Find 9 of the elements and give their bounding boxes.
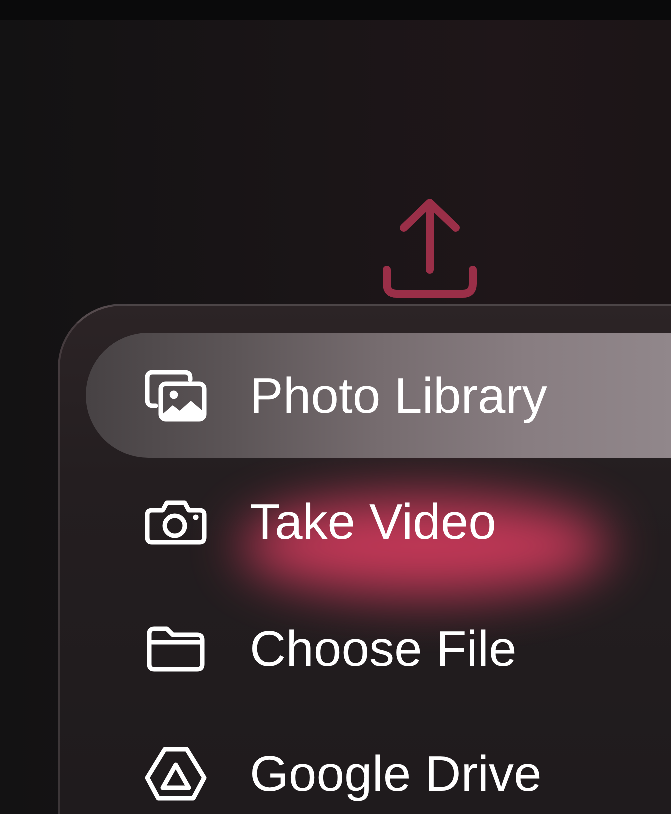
photos-icon xyxy=(145,370,207,422)
triangle-icon xyxy=(145,747,207,801)
upload-icon xyxy=(383,199,477,298)
menu-item[interactable]: Google Drive xyxy=(86,712,671,814)
camera-icon xyxy=(145,500,207,544)
folder-icon xyxy=(147,626,205,672)
menu-item[interactable]: Take Video xyxy=(86,460,671,584)
menu-item[interactable]: Choose File xyxy=(86,586,671,711)
menu-item[interactable]: Photo Library xyxy=(86,333,671,458)
